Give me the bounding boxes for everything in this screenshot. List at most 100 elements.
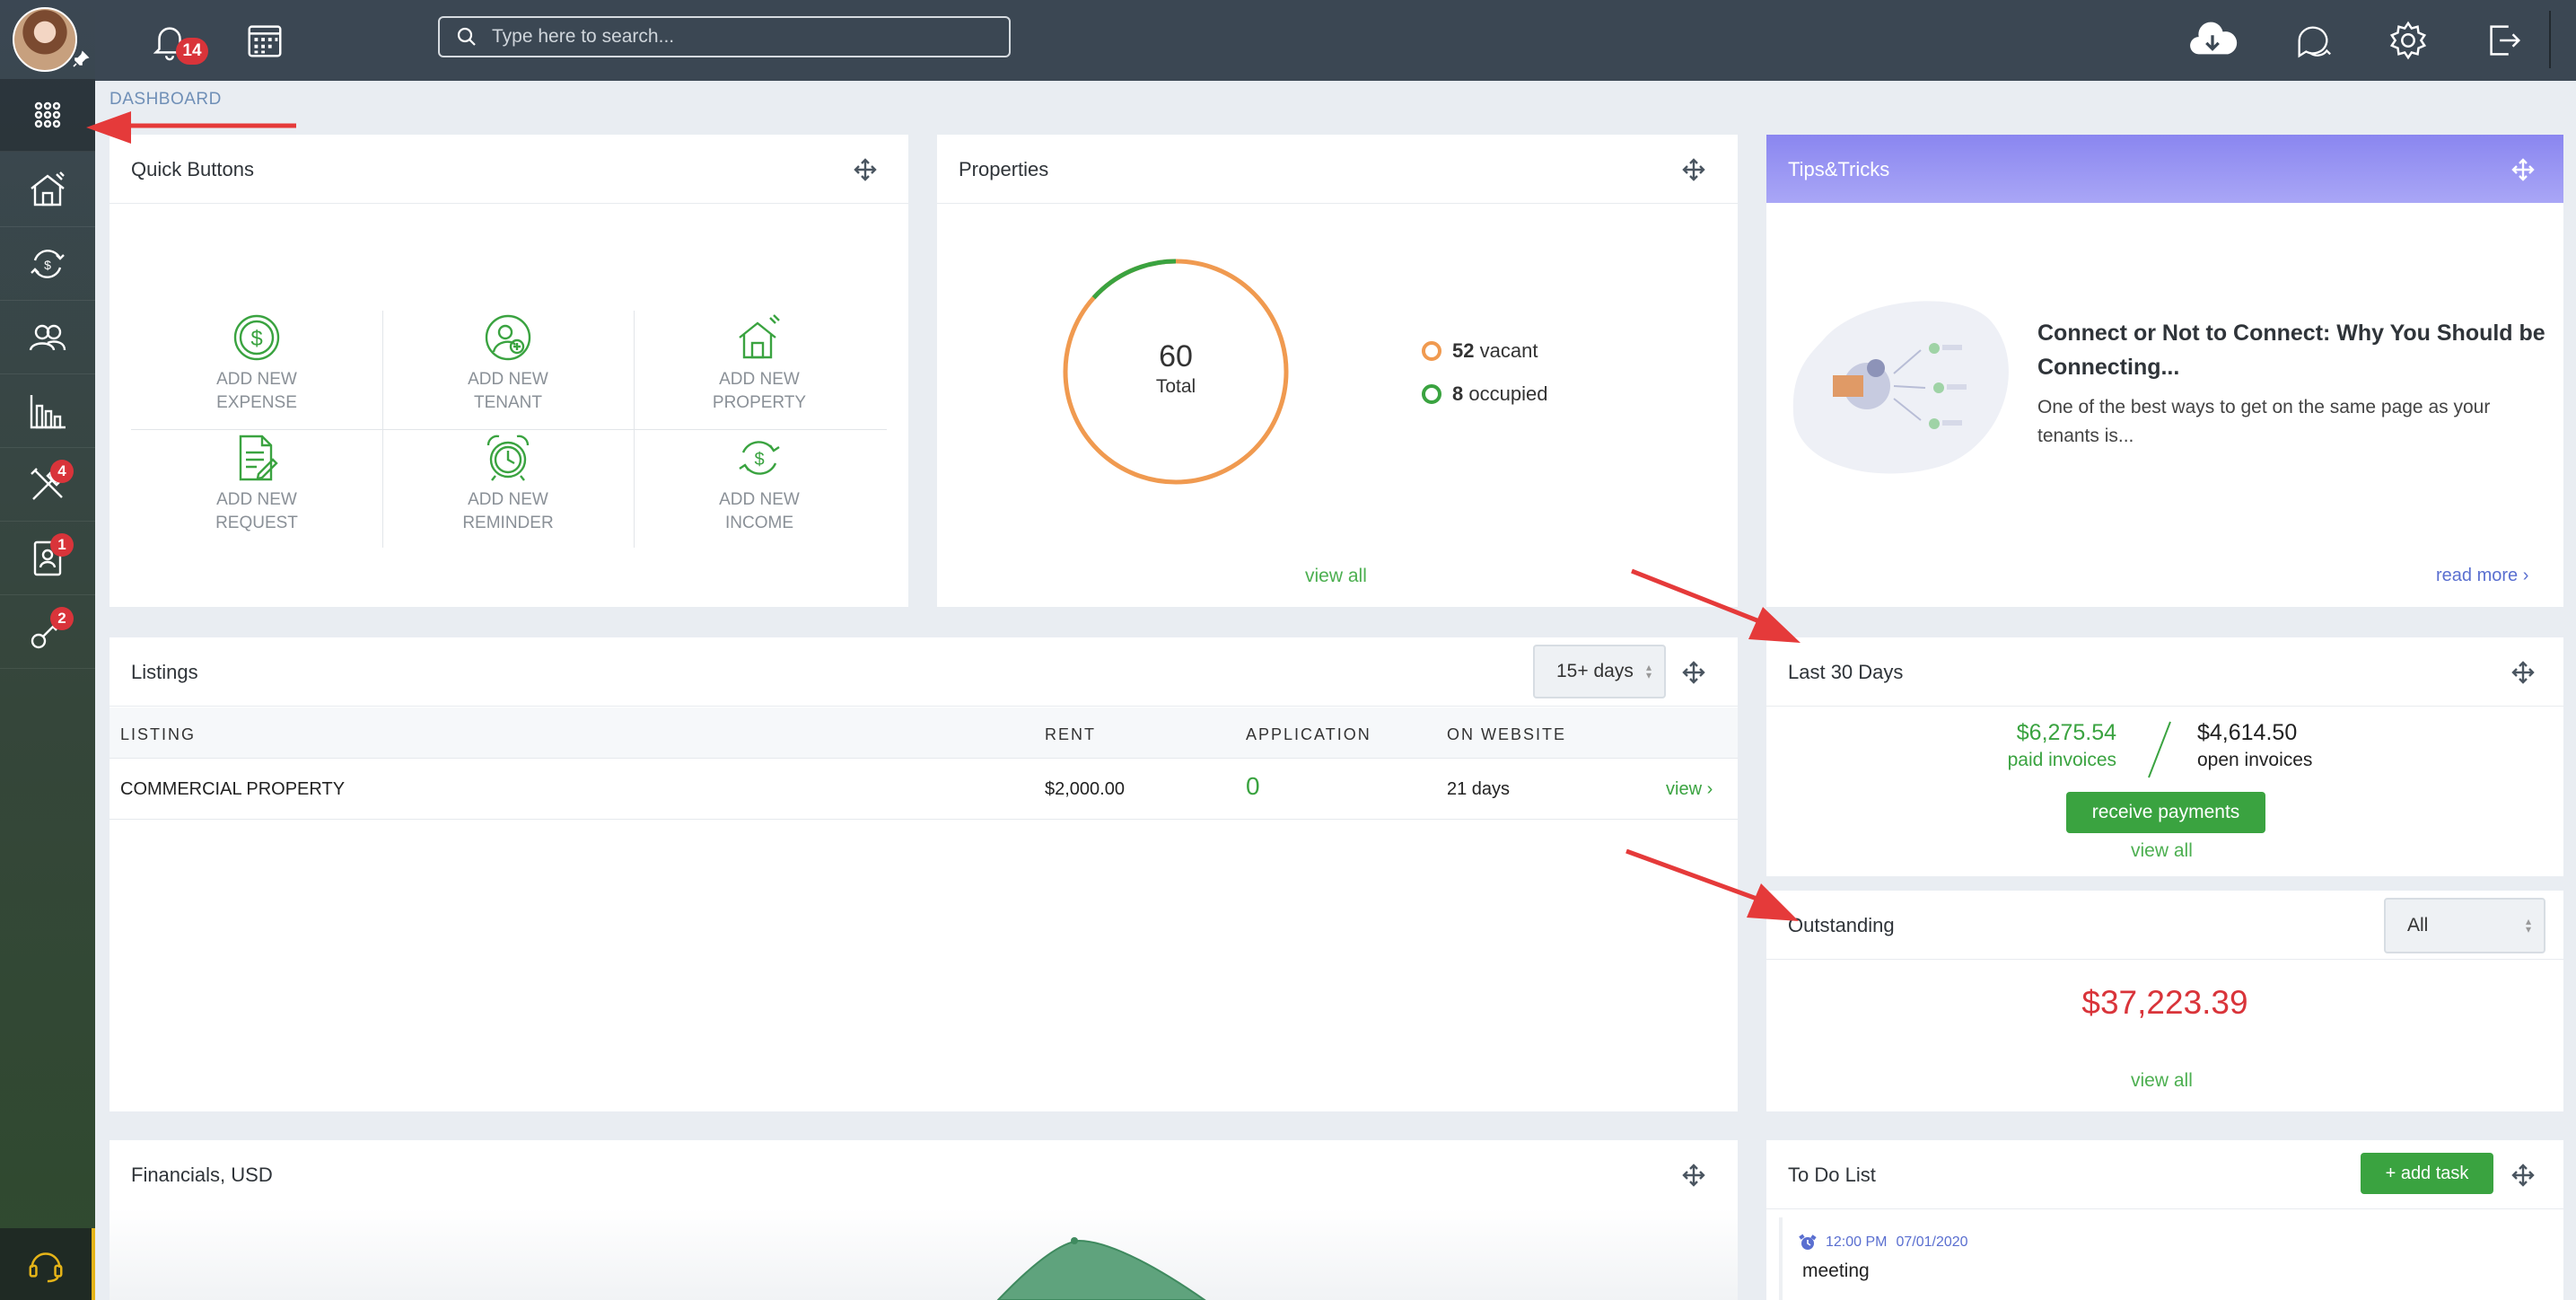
sidebar-item-apps[interactable] bbox=[0, 79, 95, 152]
card-header: Tips&Tricks bbox=[1766, 135, 2563, 203]
support-button[interactable] bbox=[0, 1228, 95, 1300]
listing-applications[interactable]: 0 bbox=[1246, 772, 1260, 801]
pin-icon[interactable] bbox=[72, 50, 90, 74]
add-income-button[interactable]: $ ADD NEW INCOME bbox=[634, 433, 885, 551]
vacant-count: 52 bbox=[1452, 339, 1475, 362]
search-box[interactable] bbox=[438, 16, 1011, 57]
listing-rent: $2,000.00 bbox=[1045, 779, 1125, 799]
tips-illustration bbox=[1792, 301, 2009, 474]
sidebar-item-maintenance[interactable]: 4 bbox=[0, 449, 95, 522]
top-bar: 14 bbox=[95, 0, 2576, 81]
select-arrows-icon: ▴ ▾ bbox=[1645, 661, 1652, 681]
add-request-button[interactable]: ADD NEW REQUEST bbox=[131, 433, 382, 551]
move-handle-icon[interactable] bbox=[2511, 158, 2535, 181]
download-button[interactable] bbox=[2183, 16, 2242, 65]
sidebar-item-properties[interactable] bbox=[0, 154, 95, 227]
add-task-button[interactable]: + add task bbox=[2361, 1153, 2493, 1194]
notification-count-badge: 14 bbox=[176, 38, 208, 65]
column-header-application[interactable]: APPLICATION bbox=[1246, 725, 1371, 744]
divider-slash bbox=[2148, 721, 2171, 778]
add-tenant-button[interactable]: ADD NEW TENANT bbox=[382, 312, 634, 431]
sidebar-item-reports[interactable] bbox=[0, 375, 95, 448]
settings-button[interactable] bbox=[2384, 16, 2432, 65]
open-invoices[interactable]: $4,614.50 open invoices bbox=[2197, 720, 2312, 771]
receive-payments-button[interactable]: receive payments bbox=[2066, 792, 2265, 833]
quick-button-line1: ADD NEW bbox=[719, 370, 800, 389]
read-more-link[interactable]: read more › bbox=[2436, 566, 2528, 586]
card-title: Quick Buttons bbox=[131, 158, 254, 180]
view-label: view bbox=[1666, 779, 1703, 799]
card-title: Properties bbox=[959, 158, 1049, 180]
data-point[interactable] bbox=[1071, 1237, 1078, 1244]
alarm-clock-icon bbox=[486, 435, 530, 481]
card-title: Financials, USD bbox=[131, 1164, 273, 1186]
todo-item-text[interactable]: meeting bbox=[1802, 1260, 1870, 1282]
filter-value: 15+ days bbox=[1556, 661, 1634, 681]
quick-button-line2: REQUEST bbox=[215, 514, 298, 532]
listing-on-website: 21 days bbox=[1447, 779, 1511, 799]
chat-button[interactable] bbox=[2289, 16, 2337, 65]
request-form-icon bbox=[239, 435, 278, 481]
logout-button[interactable] bbox=[2479, 16, 2528, 65]
card-title: Listings bbox=[131, 661, 198, 683]
top-bar-divider bbox=[2549, 11, 2551, 68]
donut-center-label: 60 Total bbox=[1095, 339, 1257, 398]
search-input[interactable] bbox=[490, 25, 996, 48]
listing-view-link[interactable]: view › bbox=[1666, 779, 1713, 800]
add-reminder-button[interactable]: ADD NEW REMINDER bbox=[382, 433, 634, 551]
calendar-icon bbox=[248, 25, 282, 57]
listing-name: COMMERCIAL PROPERTY bbox=[120, 779, 346, 799]
legend-occupied: 8 occupied bbox=[1422, 382, 1547, 406]
tip-body: One of the best ways to get on the same … bbox=[2037, 397, 2491, 446]
properties-view-all-link[interactable]: view all bbox=[1305, 566, 1367, 587]
chevron-right-icon: › bbox=[1706, 779, 1713, 799]
last30-view-all-link[interactable]: view all bbox=[2131, 840, 2193, 862]
quick-button-line1: ADD NEW bbox=[719, 490, 800, 509]
filter-value: All bbox=[2407, 915, 2429, 935]
move-handle-icon[interactable] bbox=[2511, 1164, 2535, 1187]
sidebar-item-payments[interactable]: $ bbox=[0, 228, 95, 301]
quick-button-line2: REMINDER bbox=[462, 514, 554, 532]
financials-card: Financials, USD bbox=[110, 1140, 1738, 1300]
sidebar-item-people[interactable] bbox=[0, 302, 95, 374]
cloud-download-icon bbox=[2190, 22, 2238, 55]
sidebar-item-keys[interactable]: 2 bbox=[0, 596, 95, 669]
card-header: Properties bbox=[937, 135, 1738, 204]
column-header-rent[interactable]: RENT bbox=[1045, 725, 1096, 744]
table-row[interactable]: COMMERCIAL PROPERTY $2,000.00 0 21 days … bbox=[110, 758, 1738, 820]
card-header: Quick Buttons bbox=[110, 135, 908, 204]
last-30-days-card: Last 30 Days $6,275.54 paid invoices $4,… bbox=[1766, 637, 2563, 876]
sidebar-item-contacts[interactable]: 1 bbox=[0, 523, 95, 595]
move-handle-icon[interactable] bbox=[1682, 1164, 1705, 1187]
move-handle-icon[interactable] bbox=[2511, 661, 2535, 684]
card-title: Last 30 Days bbox=[1788, 661, 1904, 683]
add-user-icon bbox=[485, 314, 531, 361]
move-handle-icon[interactable] bbox=[1682, 158, 1705, 181]
calendar-button[interactable] bbox=[241, 16, 289, 65]
alarm-icon bbox=[1799, 1234, 1817, 1250]
breadcrumb[interactable]: DASHBOARD bbox=[110, 90, 222, 110]
card-header: Financials, USD bbox=[110, 1140, 1738, 1209]
outstanding-view-all-link[interactable]: view all bbox=[2131, 1070, 2193, 1092]
svg-text:$: $ bbox=[754, 450, 764, 470]
chevron-right-icon: › bbox=[2522, 566, 2529, 585]
add-expense-button[interactable]: $ ADD NEW EXPENSE bbox=[131, 312, 382, 431]
listings-days-filter[interactable]: 15+ days ▴ ▾ bbox=[1533, 645, 1666, 698]
user-avatar[interactable] bbox=[13, 7, 77, 72]
card-header: Outstanding All ▴ ▾ bbox=[1766, 891, 2563, 960]
move-handle-icon[interactable] bbox=[1682, 661, 1705, 684]
move-handle-icon[interactable] bbox=[854, 158, 877, 181]
paid-invoices[interactable]: $6,275.54 paid invoices bbox=[2008, 720, 2116, 771]
contacts-badge: 1 bbox=[50, 533, 74, 557]
maintenance-badge: 4 bbox=[50, 460, 74, 483]
column-header-on-website[interactable]: ON WEBSITE bbox=[1447, 725, 1566, 744]
add-property-button[interactable]: ADD NEW PROPERTY bbox=[634, 312, 885, 431]
quick-button-line1: ADD NEW bbox=[216, 490, 297, 509]
quick-button-line2: TENANT bbox=[474, 393, 542, 412]
column-header-listing[interactable]: LISTING bbox=[120, 725, 196, 744]
outstanding-amount[interactable]: $37,223.39 bbox=[1766, 984, 2563, 1022]
outstanding-filter[interactable]: All ▴ ▾ bbox=[2384, 898, 2545, 953]
svg-text:$: $ bbox=[44, 258, 51, 272]
tip-headline[interactable]: Connect or Not to Connect: Why You Shoul… bbox=[2037, 316, 2549, 384]
open-amount: $4,614.50 bbox=[2197, 720, 2298, 745]
